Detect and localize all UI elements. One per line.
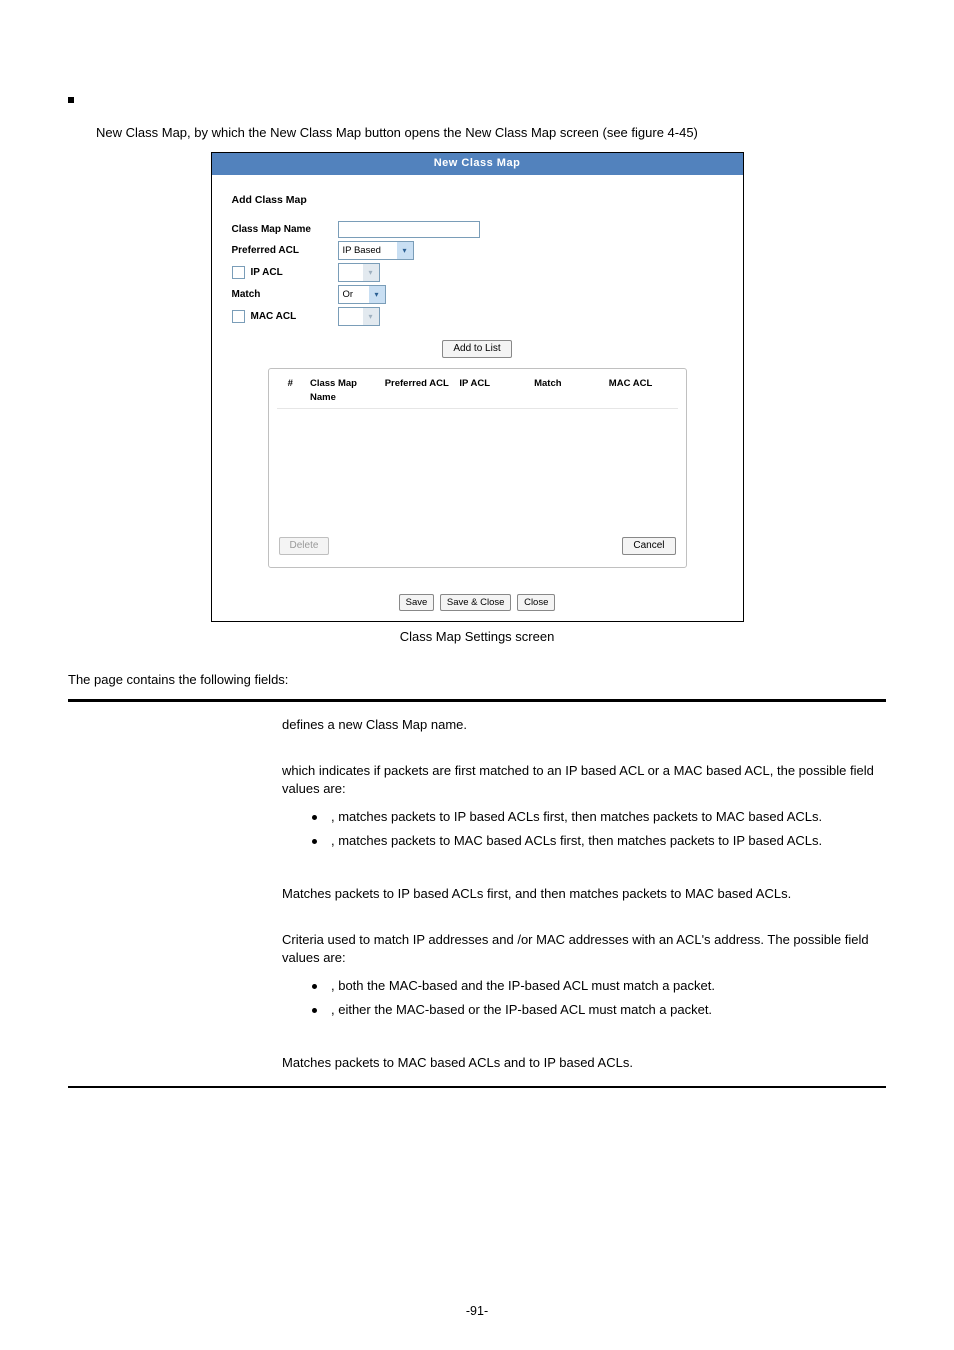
label-ip-acl: IP ACL: [251, 266, 283, 280]
save-button[interactable]: Save: [399, 594, 435, 611]
mac-acl-select: ▾: [338, 307, 380, 326]
def-term: [68, 1054, 282, 1072]
definitions-table: defines a new Class Map name. which indi…: [68, 699, 886, 1088]
chevron-down-icon: ▾: [363, 308, 379, 325]
label-class-map-name: Class Map Name: [232, 223, 338, 237]
sub-text: , matches packets to MAC based ACLs firs…: [331, 833, 822, 848]
class-map-table: # Class Map Name Preferred ACL IP ACL Ma…: [268, 368, 687, 568]
bullet-item: [68, 90, 886, 108]
ip-acl-checkbox[interactable]: [232, 266, 245, 279]
def-term: [68, 716, 282, 734]
col-ip-acl: IP ACL: [459, 377, 528, 404]
label-match: Match: [232, 288, 338, 302]
square-bullet-icon: [68, 97, 74, 103]
page-number: -91-: [0, 1303, 954, 1321]
figure-caption: Class Map Settings screen: [68, 628, 886, 646]
bullet-icon: [312, 984, 317, 989]
def-term: [68, 931, 282, 1026]
def-row: Matches packets to MAC based ACLs and to…: [68, 1040, 886, 1086]
delete-button: Delete: [279, 537, 330, 555]
def-row: Criteria used to match IP addresses and …: [68, 917, 886, 1040]
bullet-icon: [312, 815, 317, 820]
sub-text: , both the MAC-based and the IP-based AC…: [331, 978, 715, 993]
match-value: Or: [339, 286, 369, 303]
table-body-empty: [277, 408, 678, 529]
close-button[interactable]: Close: [517, 594, 555, 611]
section-heading: Add Class Map: [232, 193, 723, 208]
def-row: Matches packets to IP based ACLs first, …: [68, 871, 886, 917]
preferred-acl-select[interactable]: IP Based ▾: [338, 241, 414, 260]
col-preferred-acl: Preferred ACL: [385, 377, 454, 404]
add-to-list-button[interactable]: Add to List: [442, 340, 511, 358]
def-desc: Matches packets to IP based ACLs first, …: [282, 885, 886, 903]
def-term: [68, 885, 282, 903]
sub-text: , either the MAC-based or the IP-based A…: [331, 1002, 712, 1017]
save-close-button[interactable]: Save & Close: [440, 594, 512, 611]
def-desc: defines a new Class Map name.: [282, 716, 886, 734]
col-match: Match: [534, 377, 603, 404]
ip-acl-select: ▾: [338, 263, 380, 282]
def-row: defines a new Class Map name.: [68, 702, 886, 748]
def-desc: Matches packets to MAC based ACLs and to…: [282, 1054, 886, 1072]
bullet-icon: [312, 839, 317, 844]
def-desc: Criteria used to match IP addresses and …: [282, 932, 869, 965]
def-term: [68, 762, 282, 857]
mac-acl-checkbox[interactable]: [232, 310, 245, 323]
label-preferred-acl: Preferred ACL: [232, 244, 338, 258]
col-number: #: [277, 377, 304, 404]
def-desc: which indicates if packets are first mat…: [282, 763, 874, 796]
intro-line: New Class Map, by which the New Class Ma…: [96, 124, 886, 142]
chevron-down-icon: ▾: [397, 242, 413, 259]
bullet-icon: [312, 1008, 317, 1013]
chevron-down-icon: ▾: [363, 264, 379, 281]
def-row: which indicates if packets are first mat…: [68, 748, 886, 871]
dialog-title: New Class Map: [212, 153, 743, 174]
col-mac-acl: MAC ACL: [609, 377, 678, 404]
chevron-down-icon: ▾: [369, 286, 385, 303]
class-map-name-input[interactable]: [338, 221, 480, 238]
sub-text: , matches packets to IP based ACLs first…: [331, 809, 822, 824]
label-mac-acl: MAC ACL: [251, 310, 297, 324]
match-select[interactable]: Or ▾: [338, 285, 386, 304]
col-class-map-name: Class Map Name: [310, 377, 379, 404]
preferred-acl-value: IP Based: [339, 242, 397, 259]
defs-intro: The page contains the following fields:: [68, 671, 886, 689]
cancel-button[interactable]: Cancel: [622, 537, 675, 555]
screenshot-figure: New Class Map Add Class Map Class Map Na…: [211, 152, 744, 622]
